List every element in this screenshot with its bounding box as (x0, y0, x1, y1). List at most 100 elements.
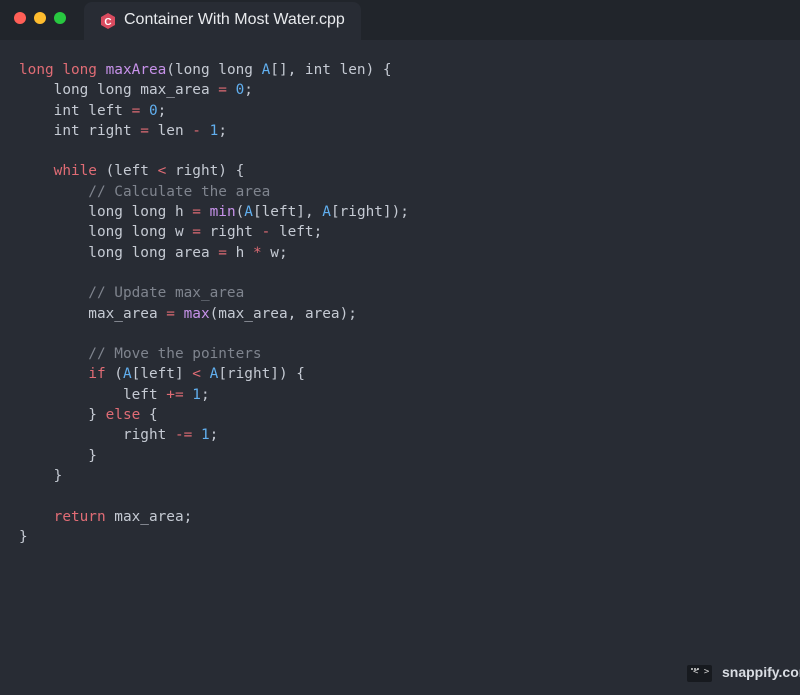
code-token: max_area (19, 305, 167, 322)
code-token: [left], (252, 204, 323, 221)
code-token: { (140, 407, 158, 424)
code-token: ; (157, 102, 167, 119)
code-token: A (122, 366, 132, 383)
code-line: } (19, 466, 409, 486)
close-window-button[interactable] (14, 12, 26, 24)
code-line: long long area = h * w; (19, 243, 409, 263)
code-line: } else { (19, 405, 409, 425)
code-token: long long (19, 62, 106, 78)
code-line: max_area = max(max_area, area); (19, 304, 409, 324)
code-token: = (140, 122, 149, 139)
code-token: else (105, 407, 141, 424)
code-token: 1 (209, 122, 219, 139)
code-token: min (209, 204, 236, 221)
watermark-text: snappify.com (722, 664, 800, 680)
svg-text:C: C (104, 17, 111, 28)
code-line: // Update max_area (19, 283, 409, 303)
code-token: = (192, 204, 201, 221)
code-token: - (192, 122, 201, 139)
code-token: while (53, 163, 97, 180)
code-token: if (88, 366, 106, 383)
code-token: ; (209, 427, 219, 444)
code-token: len (148, 122, 193, 139)
code-token: -= (174, 427, 193, 444)
code-token: < (192, 366, 201, 383)
code-token: int left (19, 102, 132, 119)
code-token: left; (270, 224, 323, 241)
code-token: right (200, 224, 262, 241)
code-token: right) { (166, 163, 245, 180)
code-token: = (166, 305, 175, 322)
maximize-window-button[interactable] (54, 12, 66, 24)
file-tab[interactable]: C Container With Most Water.cpp (84, 2, 361, 40)
code-token: = (218, 82, 227, 99)
minimize-window-button[interactable] (34, 12, 46, 24)
code-token: 0 (235, 82, 245, 99)
code-token: [right]); (330, 204, 409, 221)
code-line: int left = 0; (19, 101, 409, 121)
code-token: // Update max_area (19, 285, 245, 302)
code-token: int right (19, 122, 141, 139)
code-token: long long h (19, 204, 193, 221)
code-token: max (183, 305, 210, 322)
code-token: = (218, 244, 227, 261)
code-token: < (157, 163, 167, 180)
cpp-icon: C (101, 13, 115, 29)
code-line: return max_area; (19, 507, 409, 527)
code-token: ; (218, 122, 227, 139)
code-token: long long w (19, 224, 193, 241)
code-token: ( (235, 204, 245, 221)
code-token: // Calculate the area (19, 183, 271, 200)
code-token: long long max_area (19, 82, 219, 99)
code-brackets-icon: < > (687, 665, 712, 682)
code-line: // Move the pointers (19, 344, 409, 364)
code-token: [right]) { (218, 366, 305, 383)
code-token: ; (200, 386, 210, 403)
code-token: 1 (192, 386, 201, 403)
code-token: } (19, 447, 97, 464)
code-token: return (53, 508, 106, 525)
code-token: * (252, 244, 262, 261)
code-line: long long h = min(A[left], A[right]); (19, 202, 409, 222)
code-token: A (261, 62, 271, 78)
code-token: A (244, 204, 253, 221)
code-block: long long maxArea(long long A[], int len… (19, 60, 409, 547)
code-token: - (261, 224, 271, 241)
code-line: right -= 1; (19, 425, 409, 445)
snappify-watermark[interactable]: < > snappify.com (687, 663, 800, 685)
code-token: 1 (200, 427, 210, 444)
code-token: left (19, 386, 167, 403)
code-token: A (209, 366, 219, 383)
code-token: right (19, 427, 175, 444)
code-token: ( (105, 366, 123, 383)
code-token: } (19, 467, 63, 484)
code-token: } (19, 407, 106, 424)
code-line: } (19, 446, 409, 466)
code-token: w; (261, 244, 288, 261)
file-name: Container With Most Water.cpp (124, 11, 345, 28)
code-token: (max_area, area); (209, 305, 357, 322)
window-titlebar: C Container With Most Water.cpp (0, 0, 800, 40)
code-token: max_area; (105, 508, 193, 525)
code-token: } (19, 528, 28, 545)
code-line: while (left < right) { (19, 161, 409, 181)
code-token: h (226, 244, 253, 261)
code-token: ; (244, 82, 253, 99)
code-token: [], int len) { (270, 62, 392, 78)
code-token: = (131, 102, 141, 119)
code-token: += (166, 386, 184, 403)
code-window: C Container With Most Water.cpp long lon… (0, 0, 800, 695)
code-token: 0 (148, 102, 158, 119)
code-token: long long area (19, 244, 219, 261)
code-token: maxArea (105, 62, 167, 78)
